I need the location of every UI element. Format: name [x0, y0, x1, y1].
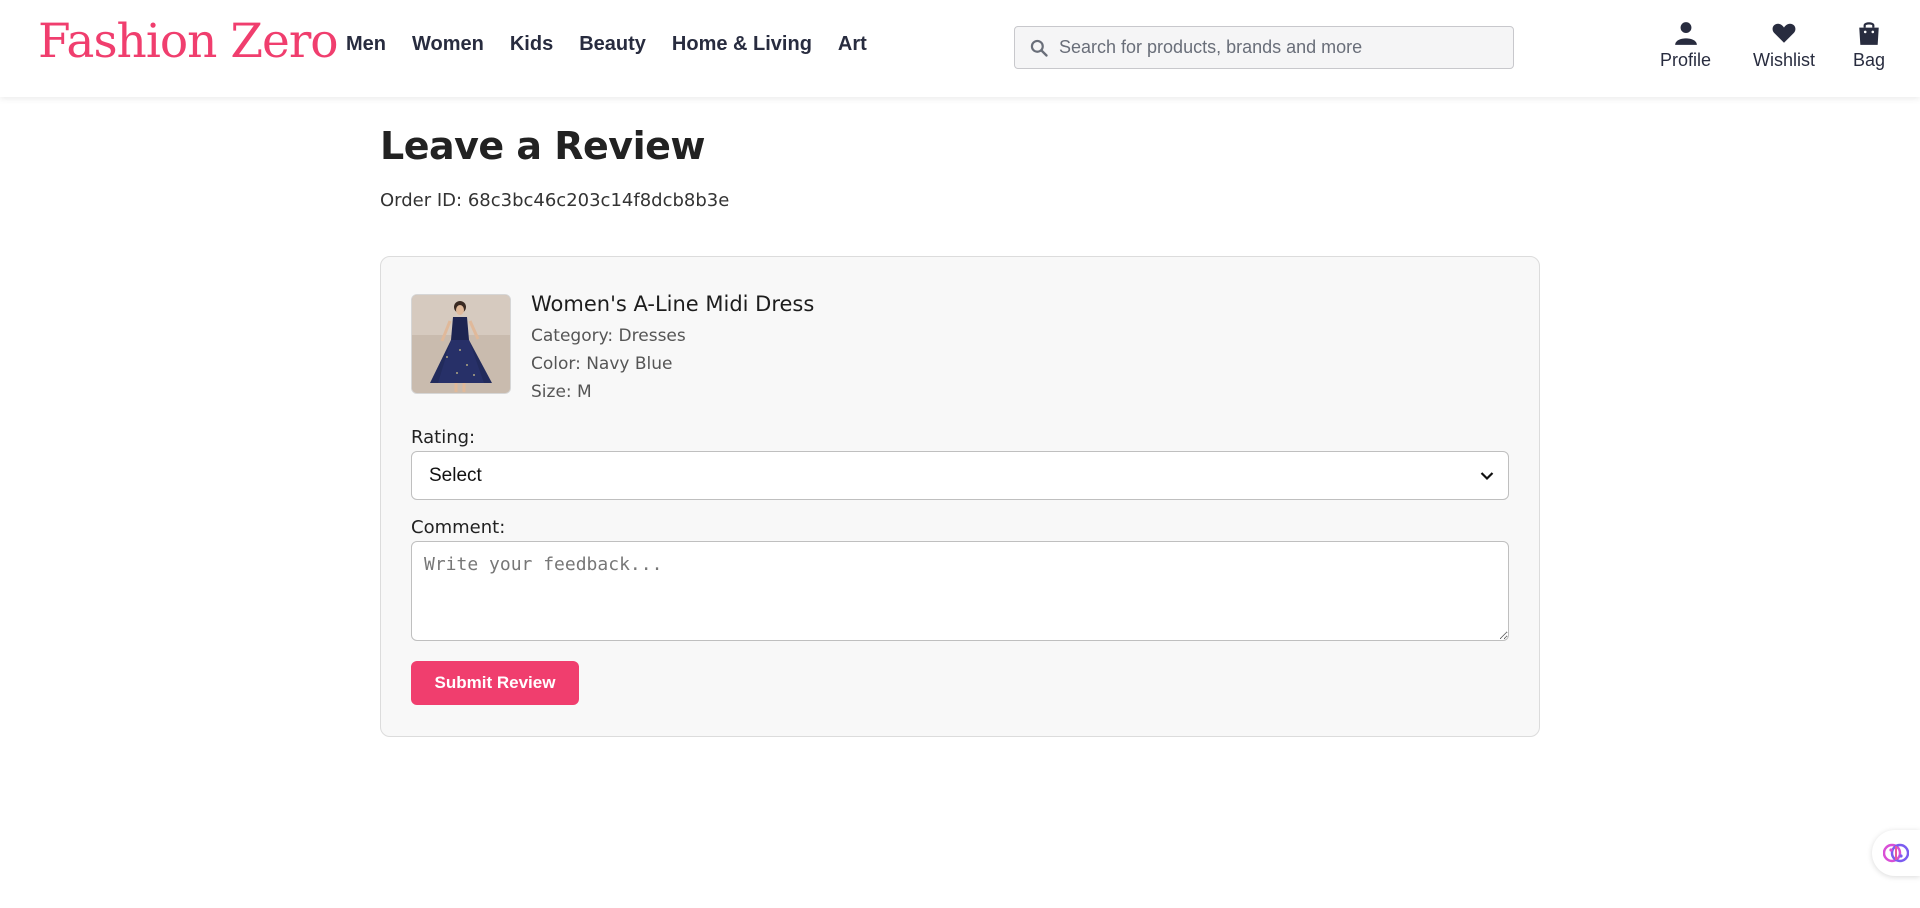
site-header: Fashion Zero Men Women Kids Beauty Home …: [0, 0, 1920, 97]
nav-item-home-living[interactable]: Home & Living: [672, 33, 812, 56]
profile-button[interactable]: Profile: [1660, 20, 1711, 71]
product-image: [411, 294, 511, 394]
product-summary: Women's A-Line Midi Dress Category: Dres…: [411, 292, 814, 406]
bag-icon: [1859, 22, 1879, 45]
product-info: Women's A-Line Midi Dress Category: Dres…: [531, 292, 814, 406]
product-name: Women's A-Line Midi Dress: [531, 292, 815, 316]
submit-review-button[interactable]: Submit Review: [411, 661, 579, 705]
assistant-button[interactable]: [1872, 830, 1920, 876]
rating-select-value: Select: [429, 464, 482, 486]
main-nav: Men Women Kids Beauty Home & Living Art: [346, 33, 893, 56]
profile-label: Profile: [1660, 50, 1712, 70]
chevron-down-icon: [1480, 471, 1494, 480]
page-title: Leave a Review: [380, 124, 705, 168]
nav-item-beauty[interactable]: Beauty: [579, 33, 646, 56]
wishlist-label: Wishlist: [1753, 50, 1815, 70]
review-card: Women's A-Line Midi Dress Category: Dres…: [380, 256, 1540, 737]
product-category: Category: Dresses: [531, 326, 686, 346]
profile-icon: [1674, 22, 1697, 45]
assistant-brain-icon: [1883, 843, 1909, 863]
header-actions: Profile Wishlist Bag: [1620, 20, 1920, 80]
nav-item-women[interactable]: Women: [412, 33, 484, 56]
search-icon: [1030, 39, 1048, 57]
rating-label: Rating:: [411, 427, 476, 448]
product-size: Size: M: [531, 382, 592, 402]
search-input[interactable]: [1059, 37, 1499, 58]
site-logo[interactable]: Fashion Zero: [38, 14, 339, 69]
heart-icon: [1772, 23, 1796, 43]
nav-item-kids[interactable]: Kids: [510, 33, 553, 56]
comment-textarea[interactable]: [411, 541, 1509, 641]
review-page: Leave a Review Order ID: 68c3bc46c203c14…: [380, 124, 1540, 737]
order-id: Order ID: 68c3bc46c203c14f8dcb8b3e: [380, 190, 730, 211]
search-bar[interactable]: [1014, 26, 1514, 69]
comment-label: Comment:: [411, 517, 506, 538]
nav-item-men[interactable]: Men: [346, 33, 386, 56]
nav-item-art[interactable]: Art: [838, 33, 867, 56]
bag-label: Bag: [1853, 50, 1886, 70]
rating-select[interactable]: Select: [411, 451, 1509, 500]
bag-button[interactable]: Bag: [1853, 20, 1885, 71]
wishlist-button[interactable]: Wishlist: [1753, 20, 1815, 71]
product-color: Color: Navy Blue: [531, 354, 673, 374]
